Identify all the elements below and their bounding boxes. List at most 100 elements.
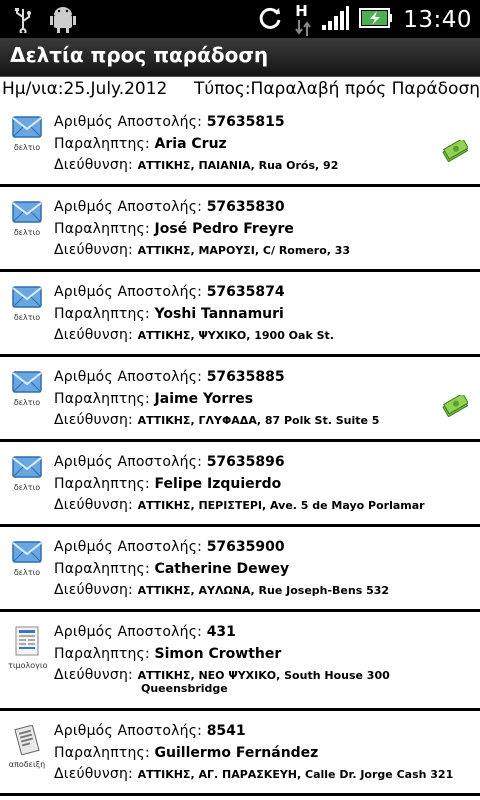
recipient-line: Παραληπτης: Simon Crowther <box>54 646 281 662</box>
battery-charging-icon <box>359 7 393 33</box>
item-icon-box: τιμολογιο <box>8 626 48 670</box>
address-line: Διεύθυνση: ΑΤΤΙΚΗΣ, ΨΥΧΙΚΟ, 1900 Oak St. <box>54 327 334 343</box>
item-icon-box: δελτιο <box>8 371 46 407</box>
delivery-list: δελτιο Αριθμός Αποστολής: 57635815 Παραλ… <box>0 102 480 796</box>
usb-icon <box>14 7 32 37</box>
recipient-label: Παραληπτης: <box>54 391 155 407</box>
address-label: Διεύθυνση: <box>54 327 138 343</box>
item-icon-box: αποδειξη <box>8 724 46 769</box>
android-debug-icon <box>50 6 76 38</box>
item-icon-box: δελτιο <box>8 116 46 152</box>
shipment-line: Αριθμός Αποστολής: 57635874 <box>54 284 285 300</box>
recipient-label: Παραληπτης: <box>54 306 155 322</box>
envelope-icon <box>12 371 42 397</box>
envelope-icon <box>12 201 42 227</box>
list-item[interactable]: δελτιο Αριθμός Αποστολής: 57635874 Παραλ… <box>0 272 480 357</box>
recipient-line: Παραληπτης: Aria Cruz <box>54 136 227 152</box>
list-item[interactable]: αποδειξη Αριθμός Αποστολής: 8541 Παραληπ… <box>0 711 480 796</box>
recipient-name: Simon Crowther <box>154 646 282 662</box>
icon-caption: δελτιο <box>13 568 41 577</box>
shipment-label: Αριθμός Αποστολής: <box>54 369 207 385</box>
recipient-label: Παραληπτης: <box>54 136 155 152</box>
info-bar: Ημ/νια:25.July.2012 Τύπος:Παραλαβή πρός … <box>0 78 480 100</box>
envelope-icon <box>12 116 42 142</box>
address-value: ΑΤΤΙΚΗΣ, ΑΓ. ΠΑΡΑΣΚΕΥΗ, Calle Dr. Jorge … <box>137 768 454 781</box>
shipment-number: 57635874 <box>206 284 285 300</box>
list-item[interactable]: δελτιο Αριθμός Αποστολής: 57635815 Παραλ… <box>0 102 480 187</box>
address-label: Διεύθυνση: <box>54 497 138 513</box>
icon-caption: δελτιο <box>13 398 41 407</box>
recipient-line: Παραληπτης: Felipe Izquierdo <box>54 476 281 492</box>
h-signal-icon: H <box>293 2 312 36</box>
address-line: Διεύθυνση: ΑΤΤΙΚΗΣ, ΝΕΟ ΨΥΧΙΚΟ, South Ho… <box>54 667 390 683</box>
recipient-line: Παραληπτης: Catherine Dewey <box>54 561 289 577</box>
recipient-label: Παραληπτης: <box>54 221 155 237</box>
shipment-line: Αριθμός Αποστολής: 8541 <box>54 723 246 739</box>
recipient-label: Παραληπτης: <box>54 646 155 662</box>
shipment-label: Αριθμός Αποστολής: <box>54 199 207 215</box>
shipment-label: Αριθμός Αποστολής: <box>54 114 207 130</box>
address-line: Διεύθυνση: ΑΤΤΙΚΗΣ, ΑΥΛΩΝΑ, Rue Joseph-B… <box>54 582 389 598</box>
list-item[interactable]: τιμολογιο Αριθμός Αποστολής: 431 Παραληπ… <box>0 612 480 711</box>
recipient-label: Παραληπτης: <box>54 476 155 492</box>
shipment-label: Αριθμός Αποστολής: <box>54 624 207 640</box>
recipient-line: Παραληπτης: José Pedro Freyre <box>54 221 294 237</box>
money-icon <box>442 392 469 421</box>
receipt-icon <box>12 724 42 759</box>
list-item[interactable]: δελτιο Αριθμός Αποστολής: 57635830 Παραλ… <box>0 187 480 272</box>
icon-caption: αποδειξη <box>8 760 46 769</box>
envelope-icon <box>12 541 42 567</box>
list-item[interactable]: δελτιο Αριθμός Αποστολής: 57635900 Παραλ… <box>0 527 480 612</box>
shipment-line: Αριθμός Αποστολής: 57635815 <box>54 114 285 130</box>
address-value-line2: Queensbridge <box>141 682 228 695</box>
address-label: Διεύθυνση: <box>54 582 138 598</box>
address-line: Διεύθυνση: ΑΤΤΙΚΗΣ, ΠΕΡΙΣΤΕΡΙ, Ave. 5 de… <box>54 497 425 513</box>
recipient-name: Catherine Dewey <box>154 561 290 577</box>
address-label: Διεύθυνση: <box>54 242 138 258</box>
shipment-label: Αριθμός Αποστολής: <box>54 723 207 739</box>
recipient-name: Felipe Izquierdo <box>154 476 282 492</box>
list-item[interactable]: δελτιο Αριθμός Αποστολής: 57635896 Παραλ… <box>0 442 480 527</box>
recipient-name: Guillermo Fernández <box>154 745 319 761</box>
invoice-icon <box>14 626 40 660</box>
address-value: ΑΤΤΙΚΗΣ, ΜΑΡΟΥΣΙ, C/ Romero, 33 <box>137 244 351 257</box>
shipment-line: Αριθμός Αποστολής: 57635900 <box>54 539 285 555</box>
shipment-label: Αριθμός Αποστολής: <box>54 539 207 555</box>
shipment-number: 57635830 <box>206 199 285 215</box>
item-icon-box: δελτιο <box>8 286 46 322</box>
envelope-icon <box>12 286 42 312</box>
address-value: ΑΤΤΙΚΗΣ, ΑΥΛΩΝΑ, Rue Joseph-Bens 532 <box>137 584 390 597</box>
icon-caption: δελτιο <box>13 483 41 492</box>
address-line: Διεύθυνση: ΑΤΤΙΚΗΣ, ΠΑΙΑΝΙΑ, Rua Orós, 9… <box>54 157 338 173</box>
shipment-number: 57635815 <box>206 114 285 130</box>
shipment-line: Αριθμός Αποστολής: 431 <box>54 624 236 640</box>
recipient-name: José Pedro Freyre <box>154 221 294 237</box>
shipment-number: 431 <box>206 624 236 640</box>
recipient-line: Παραληπτης: Yoshi Tannamuri <box>54 306 284 322</box>
date-label: Ημ/νια:25.July.2012 <box>2 79 168 99</box>
icon-caption: δελτιο <box>13 313 41 322</box>
shipment-line: Αριθμός Αποστολής: 57635830 <box>54 199 285 215</box>
address-label: Διεύθυνση: <box>54 667 138 683</box>
shipment-label: Αριθμός Αποστολής: <box>54 284 207 300</box>
recipient-name: Yoshi Tannamuri <box>154 306 284 322</box>
icon-caption: δελτιο <box>13 228 41 237</box>
shipment-number: 57635900 <box>206 539 285 555</box>
item-icon-box: δελτιο <box>8 456 46 492</box>
recipient-name: Aria Cruz <box>154 136 227 152</box>
address-label: Διεύθυνση: <box>54 412 138 428</box>
shipment-line: Αριθμός Αποστολής: 57635885 <box>54 369 285 385</box>
address-value: ΑΤΤΙΚΗΣ, ΨΥΧΙΚΟ, 1900 Oak St. <box>137 329 334 342</box>
address-line: Διεύθυνση: ΑΤΤΙΚΗΣ, ΓΛΥΦΑΔΑ, 87 Polk St.… <box>54 412 379 428</box>
sync-icon <box>257 5 283 35</box>
status-bar: H 13:40 <box>0 0 480 38</box>
address-label: Διεύθυνση: <box>54 766 138 782</box>
icon-caption: τιμολογιο <box>8 661 48 670</box>
list-item[interactable]: δελτιο Αριθμός Αποστολής: 57635885 Παραλ… <box>0 357 480 442</box>
recipient-label: Παραληπτης: <box>54 745 155 761</box>
shipment-number: 57635885 <box>206 369 285 385</box>
recipient-line: Παραληπτης: Jaime Yorres <box>54 391 253 407</box>
recipient-name: Jaime Yorres <box>154 391 254 407</box>
address-line: Διεύθυνση: ΑΤΤΙΚΗΣ, ΑΓ. ΠΑΡΑΣΚΕΥΗ, Calle… <box>54 766 453 782</box>
item-icon-box: δελτιο <box>8 541 46 577</box>
